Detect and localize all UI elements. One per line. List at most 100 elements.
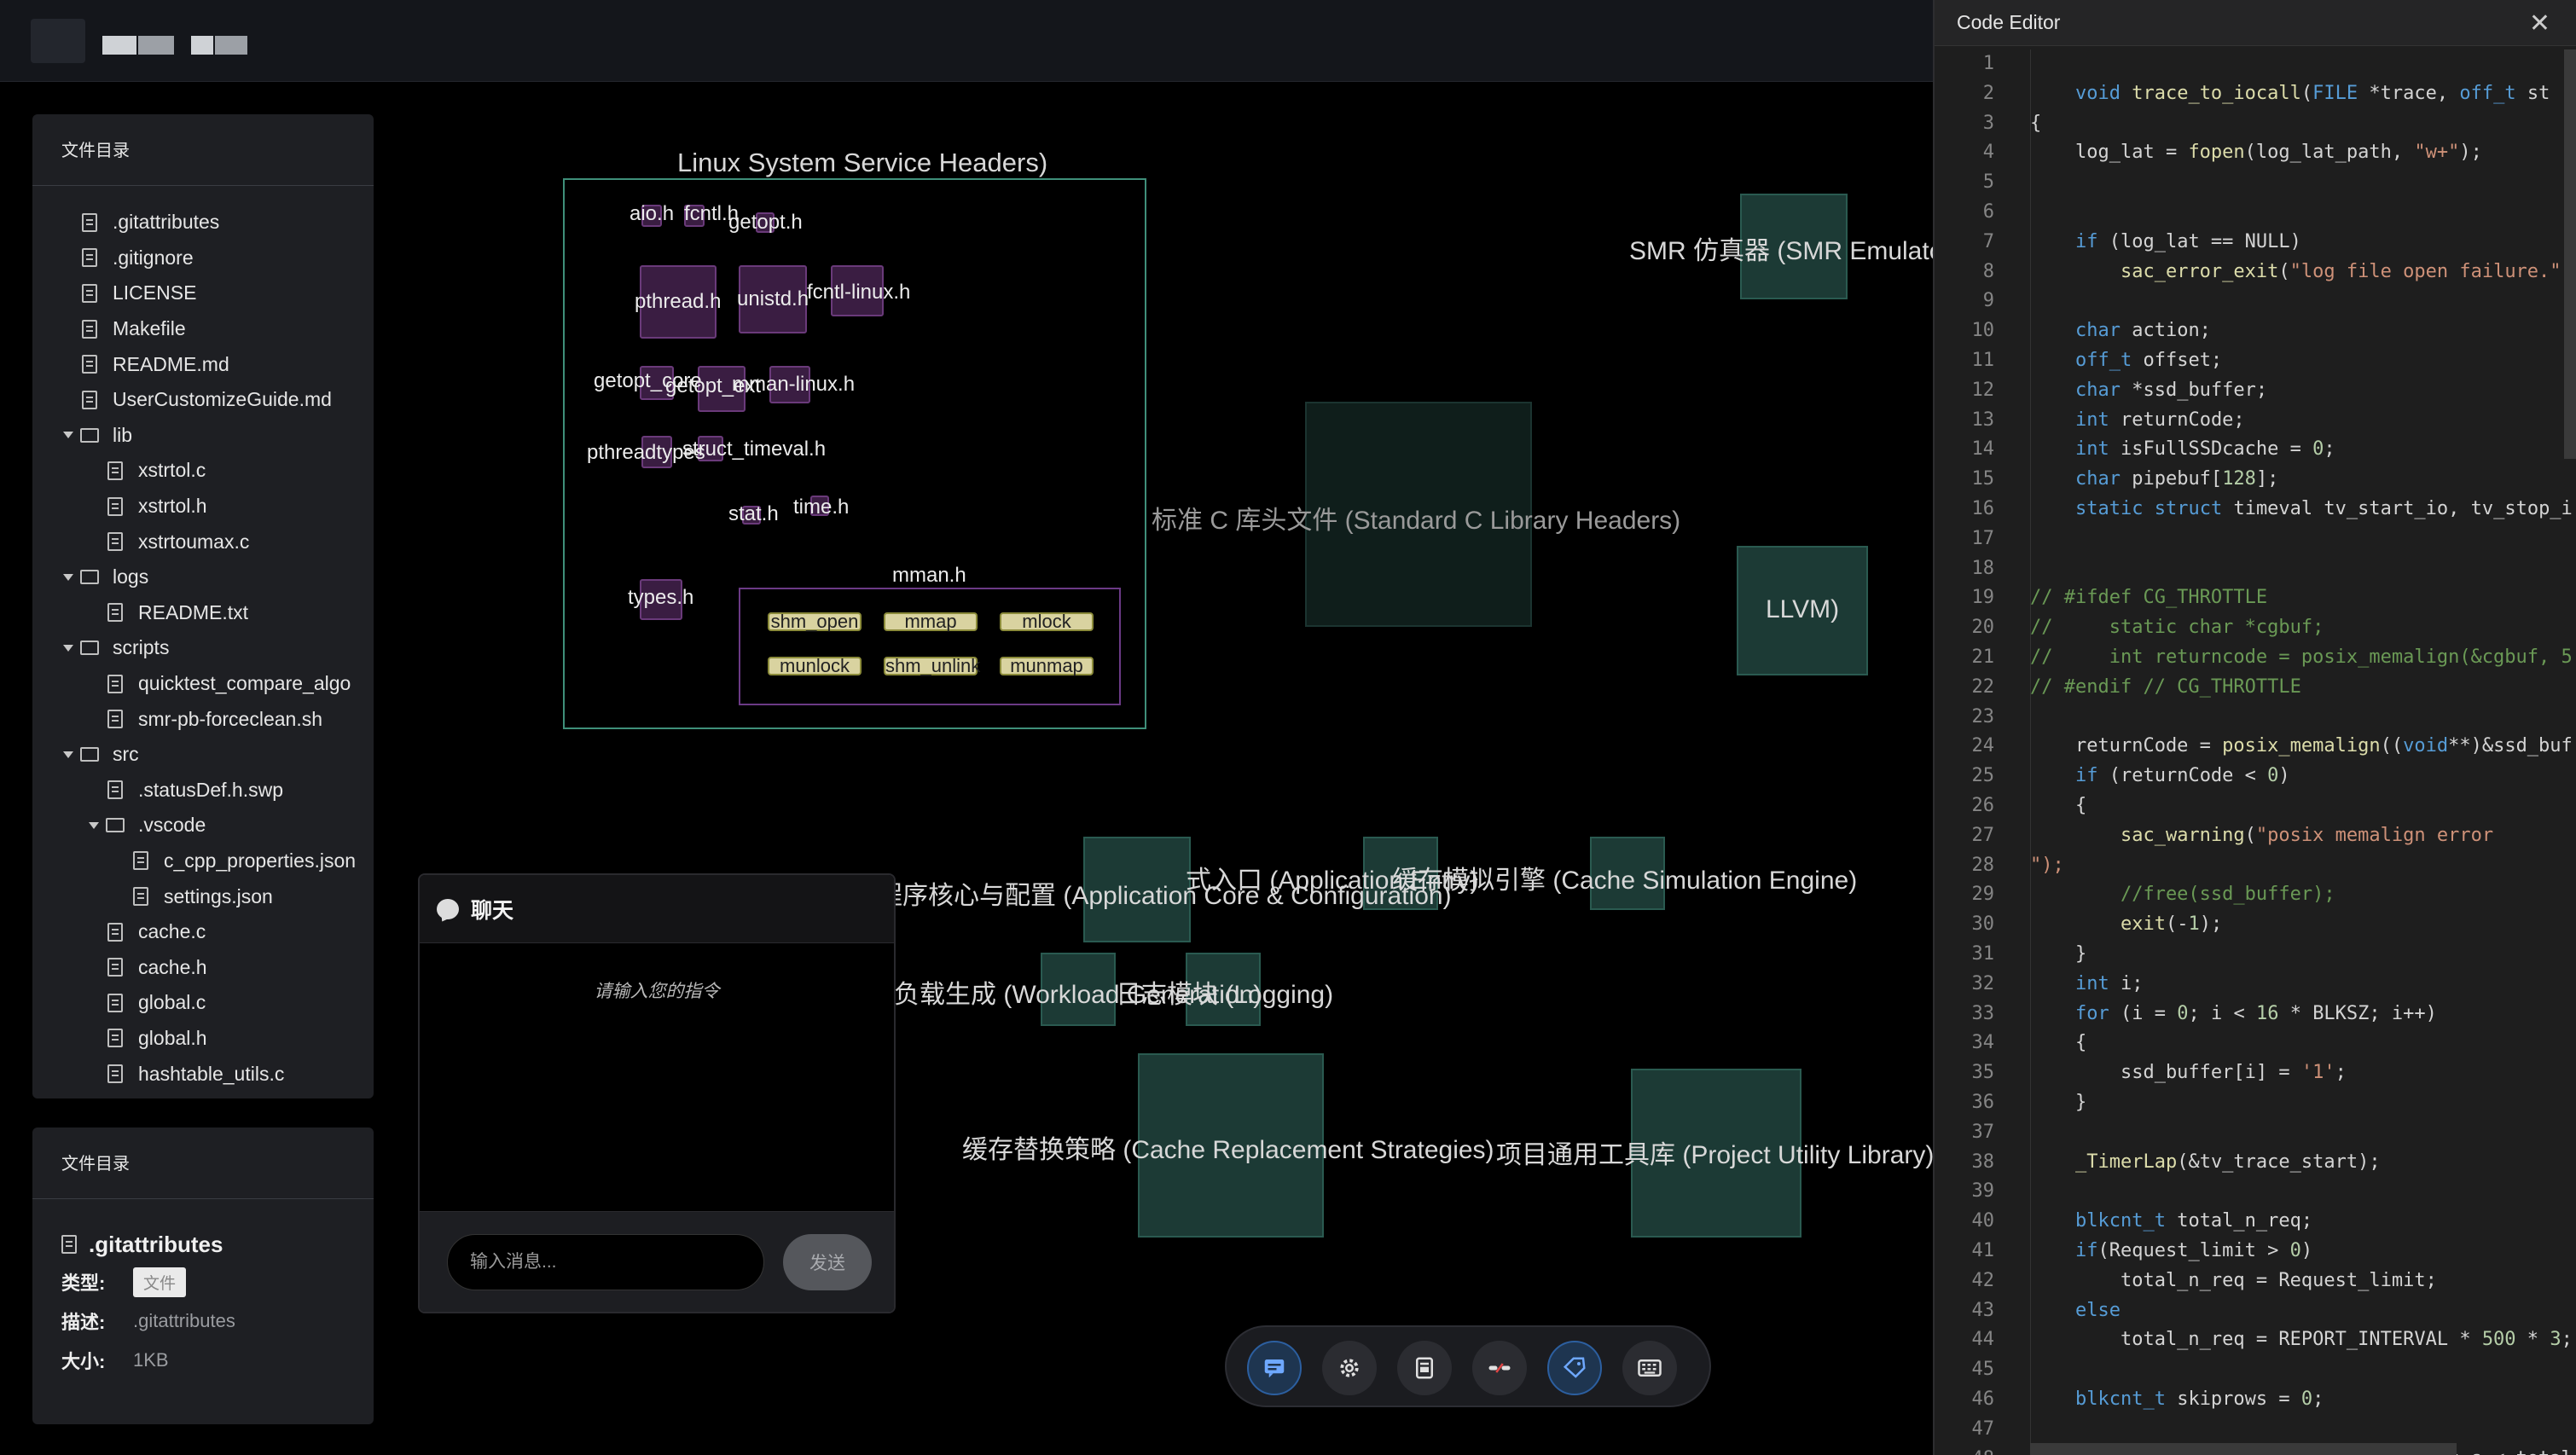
settings-button[interactable] [1322,1341,1377,1395]
func-shm-open[interactable]: shm_open [768,612,862,631]
code-line[interactable]: 47 [1935,1415,2576,1444]
tree-file[interactable]: quicktest_compare_algo [32,666,374,702]
file-icon [107,603,123,623]
code-line[interactable]: 11 off_t offset; [1935,346,2576,375]
func-munmap[interactable]: munmap [1000,657,1094,675]
code-line[interactable]: 26 { [1935,791,2576,820]
code-line[interactable]: 45 [1935,1355,2576,1384]
code-line[interactable]: 42 total_n_req = Request_limit; [1935,1267,2576,1296]
tree-file[interactable]: .statusDef.h.swp [32,773,374,809]
tree-file[interactable]: cache.h [32,949,374,985]
code-line[interactable]: 44 total_n_req = REPORT_INTERVAL * 500 *… [1935,1325,2576,1354]
tree-folder[interactable]: .vscode [32,808,374,843]
code-line[interactable]: 14 int isFullSSDcache = 0; [1935,435,2576,464]
code-line[interactable]: 40 blkcnt_t total_n_req; [1935,1207,2576,1236]
code-line[interactable]: 33 for (i = 0; i < 16 * BLKSZ; i++) [1935,1000,2576,1029]
code-line[interactable]: 3{ [1935,109,2576,138]
code-line[interactable]: 8 sac_error_exit("log file open failure.… [1935,258,2576,287]
code-line[interactable]: 30 exit(-1); [1935,910,2576,939]
code-line[interactable]: 7 if (log_lat == NULL) [1935,228,2576,257]
chevron-down-icon[interactable] [63,751,73,758]
tree-file[interactable]: cache.c [32,914,374,950]
tree-file[interactable]: global.h [32,1021,374,1057]
tree-file[interactable]: xstrtoumax.c [32,524,374,559]
code-line[interactable]: 15 char pipebuf[128]; [1935,465,2576,494]
code-line[interactable]: 25 if (returnCode < 0) [1935,762,2576,791]
code-line[interactable]: 13 int returnCode; [1935,406,2576,435]
tree-file[interactable]: global.c [32,985,374,1021]
tree-folder[interactable]: lib [32,418,374,454]
chat-message-input[interactable] [447,1234,764,1290]
code-line[interactable]: 2 void trace_to_iocall(FILE *trace, off_… [1935,79,2576,108]
chat-header[interactable]: 聊天 [420,875,894,943]
chat-window[interactable]: 聊天 请输入您的指令 发送 [418,873,896,1313]
tree-file[interactable]: .gitignore [32,241,374,276]
horizontal-scrollbar[interactable] [2030,1443,2457,1455]
code-line[interactable]: 34 { [1935,1029,2576,1058]
code-line[interactable]: 4 log_lat = fopen(log_lat_path, "w+"); [1935,138,2576,167]
code-line[interactable]: 19 // #ifdef CG_THROTTLE [1935,583,2576,612]
tree-file[interactable]: README.txt [32,595,374,631]
code-text: total_n_req = Request_limit; [2030,1269,2437,1291]
code-line[interactable]: 29 //free(ssd_buffer); [1935,880,2576,909]
chevron-down-icon[interactable] [63,432,73,439]
tree-file[interactable]: .gitattributes [32,205,374,241]
mman-group[interactable] [739,588,1121,705]
chevron-down-icon[interactable] [89,821,99,829]
unlink-button[interactable] [1472,1341,1527,1395]
code-line[interactable]: 24 returnCode = posix_memalign((void**)&… [1935,732,2576,761]
code-line[interactable]: 18 [1935,554,2576,583]
code-line[interactable]: 36 } [1935,1088,2576,1117]
tree-file[interactable]: LICENSE [32,275,374,311]
code-line[interactable]: 12 char *ssd_buffer; [1935,376,2576,405]
tree-folder[interactable]: src [32,737,374,773]
tree-folder[interactable]: scripts [32,630,374,666]
document-button[interactable] [1397,1341,1452,1395]
code-line[interactable]: 39 [1935,1177,2576,1206]
vertical-scrollbar[interactable] [2564,49,2576,459]
code-line[interactable]: 43 else [1935,1296,2576,1325]
func-shm-unlink[interactable]: shm_unlink [884,657,980,675]
tree-file[interactable]: README.md [32,346,374,382]
tree-file[interactable]: UserCustomizeGuide.md [32,382,374,418]
code-line[interactable]: 35 ssd_buffer[i] = '1'; [1935,1058,2576,1087]
tag-button[interactable] [1547,1341,1602,1395]
tree-folder[interactable]: logs [32,559,374,595]
code-line[interactable]: 5 [1935,168,2576,197]
chevron-down-icon[interactable] [63,573,73,581]
tree-file[interactable]: settings.json [32,878,374,914]
func-mmap[interactable]: mmap [884,612,978,631]
func-munlock[interactable]: munlock [768,657,862,675]
code-line[interactable]: 23 [1935,703,2576,732]
code-line[interactable]: 28 "); [1935,851,2576,880]
keyboard-button[interactable] [1622,1341,1677,1395]
tree-file[interactable]: xstrtol.h [32,489,374,525]
code-line[interactable]: 17 [1935,525,2576,554]
code-line[interactable]: 20 // static char *cgbuf; [1935,613,2576,642]
tree-file[interactable]: hashtable_utils.c [32,1056,374,1092]
close-icon[interactable]: ✕ [2529,9,2550,38]
code-line[interactable]: 10 char action; [1935,316,2576,345]
code-line[interactable]: 37 [1935,1118,2576,1147]
chat-toggle-button[interactable] [1247,1341,1302,1395]
chevron-down-icon[interactable] [63,644,73,652]
code-line[interactable]: 38 _TimerLap(&tv_trace_start); [1935,1148,2576,1177]
code-line[interactable]: 1 [1935,49,2576,78]
code-line[interactable]: 32 int i; [1935,970,2576,999]
code-line[interactable]: 41 if(Request_limit > 0) [1935,1237,2576,1266]
code-line[interactable]: 9 [1935,287,2576,316]
code-line[interactable]: 27 sac_warning("posix memalign error [1935,821,2576,850]
tree-file[interactable]: c_cpp_properties.json [32,843,374,879]
code-line[interactable]: 16 static struct timeval tv_start_io, tv… [1935,495,2576,524]
tree-file[interactable]: Makefile [32,311,374,347]
chat-send-button[interactable]: 发送 [783,1234,872,1290]
tree-file[interactable]: smr-pb-forceclean.sh [32,701,374,737]
code-line[interactable]: 31 } [1935,940,2576,969]
code-line[interactable]: 21 // int returncode = posix_memalign(&cg… [1935,643,2576,672]
code-line[interactable]: 22 // #endif // CG_THROTTLE [1935,673,2576,702]
func-mlock[interactable]: mlock [1000,612,1094,631]
tree-file[interactable]: xstrtol.c [32,453,374,489]
code-line[interactable]: 6 [1935,198,2576,227]
code-area[interactable]: 12 void trace_to_iocall(FILE *trace, off… [1935,49,2576,1455]
code-line[interactable]: 46 blkcnt_t skiprows = 0; [1935,1385,2576,1414]
